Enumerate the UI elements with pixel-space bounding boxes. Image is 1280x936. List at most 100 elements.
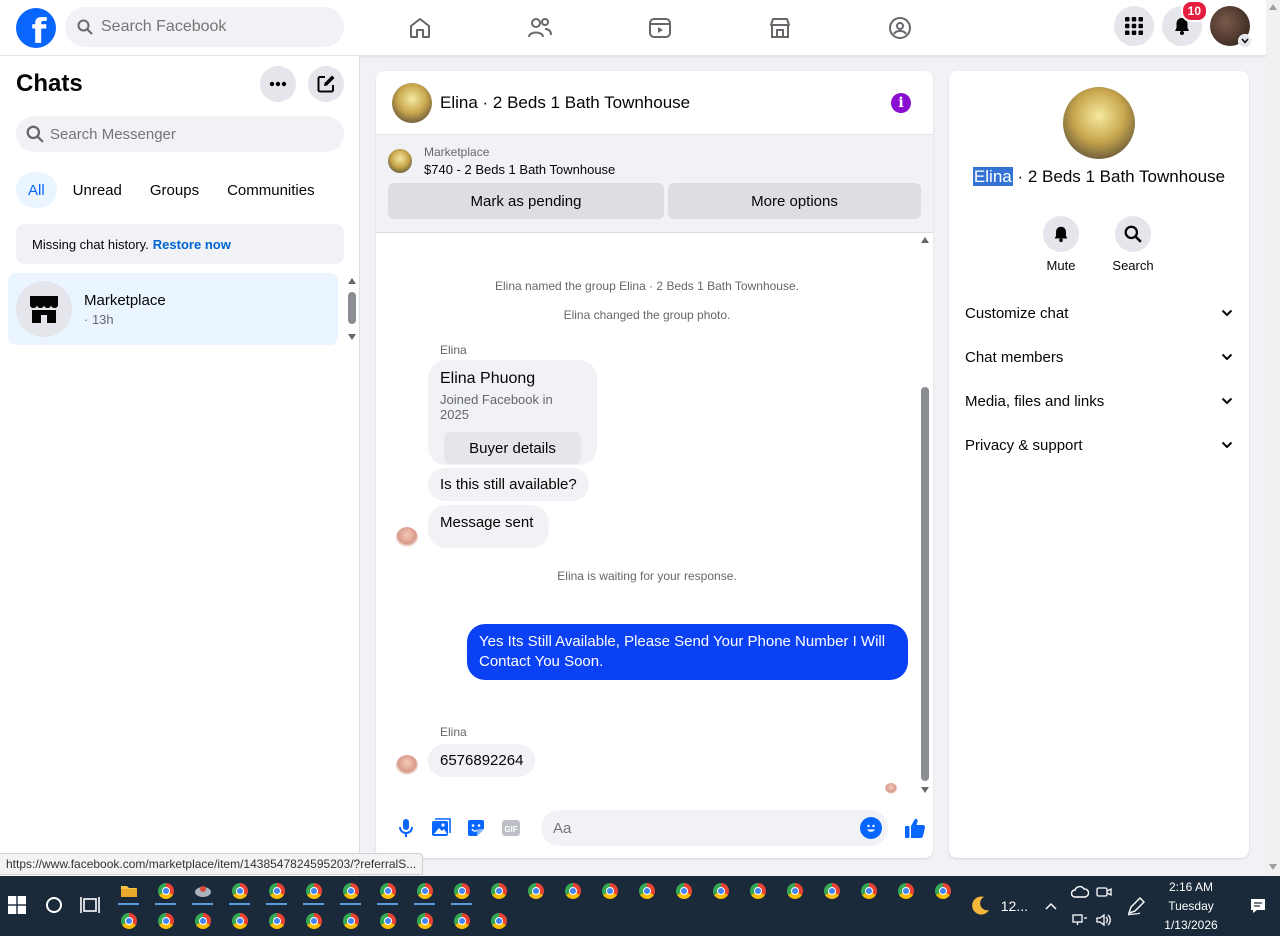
scroll-down-arrow[interactable]	[921, 787, 929, 793]
chrome-window[interactable]	[665, 876, 702, 906]
menu-button[interactable]	[1114, 6, 1154, 46]
task-view-button[interactable]	[80, 896, 100, 919]
message-input-box[interactable]	[540, 810, 888, 846]
like-button[interactable]	[898, 810, 933, 846]
volume-icon[interactable]	[1095, 913, 1113, 927]
network-icon[interactable]	[1072, 913, 1088, 927]
chrome-window[interactable]	[887, 876, 924, 906]
search-in-chat-button[interactable]: Search	[1112, 216, 1154, 273]
nav-video[interactable]	[600, 0, 720, 56]
attach-photo-button[interactable]	[423, 810, 458, 846]
notifications-button[interactable]: 10	[1162, 0, 1208, 46]
restore-now-link[interactable]: Restore now	[153, 237, 231, 252]
buyer-details-button[interactable]: Buyer details	[444, 432, 581, 464]
new-message-button[interactable]	[308, 66, 344, 102]
nav-groups[interactable]	[840, 0, 960, 56]
chrome-window[interactable]	[221, 906, 258, 936]
facebook-logo[interactable]: f	[16, 8, 56, 48]
privacy-support-section[interactable]: Privacy & support	[965, 423, 1233, 467]
chrome-window[interactable]	[739, 876, 776, 906]
clock[interactable]: 2:16 AM Tuesday 1/13/2026	[1146, 878, 1236, 935]
filter-unread[interactable]: Unread	[61, 172, 134, 208]
scroll-down-arrow[interactable]	[1269, 864, 1277, 870]
chrome-window[interactable]	[221, 876, 258, 906]
chat-members-section[interactable]: Chat members	[965, 335, 1233, 379]
emoji-icon[interactable]	[859, 817, 882, 839]
filter-all[interactable]: All	[16, 172, 57, 208]
sidebar-scrollbar[interactable]	[346, 278, 358, 340]
scroll-up-arrow[interactable]	[921, 237, 929, 243]
scroll-down-arrow[interactable]	[348, 334, 356, 340]
chat-list-item[interactable]: Marketplace · 13h	[8, 273, 338, 345]
filter-groups[interactable]: Groups	[138, 172, 211, 208]
facebook-search-input[interactable]	[101, 18, 321, 36]
chrome-window[interactable]	[702, 876, 739, 906]
facebook-search-box[interactable]	[65, 7, 344, 47]
chrome-window[interactable]	[110, 906, 147, 936]
sticker-button[interactable]	[458, 810, 493, 846]
chrome-window[interactable]	[813, 876, 850, 906]
chrome-window[interactable]	[924, 876, 961, 906]
chrome-window[interactable]	[591, 876, 628, 906]
chrome-window[interactable]	[184, 906, 221, 936]
media-files-links-section[interactable]: Media, files and links	[965, 379, 1233, 423]
weather-temperature[interactable]: 12...	[1001, 898, 1028, 914]
customize-chat-section[interactable]: Customize chat	[965, 291, 1233, 335]
listing-title[interactable]: $740 - 2 Beds 1 Bath Townhouse	[424, 162, 615, 177]
nav-home[interactable]	[360, 0, 480, 56]
chrome-window[interactable]	[295, 876, 332, 906]
more-options-button[interactable]: More options	[668, 183, 921, 219]
more-options-button[interactable]	[260, 66, 296, 102]
message-bubble[interactable]: Is this still available?	[428, 468, 589, 501]
nav-friends[interactable]	[480, 0, 600, 56]
outgoing-message[interactable]: Yes Its Still Available, Please Send You…	[467, 624, 908, 680]
start-button[interactable]	[8, 896, 26, 919]
account-avatar[interactable]	[1210, 6, 1252, 48]
chrome-window[interactable]	[258, 906, 295, 936]
chrome-window[interactable]	[776, 876, 813, 906]
chrome-window[interactable]	[369, 906, 406, 936]
chrome-window[interactable]	[369, 876, 406, 906]
scroll-thumb[interactable]	[921, 387, 929, 781]
mark-as-pending-button[interactable]: Mark as pending	[388, 183, 664, 219]
chrome-window[interactable]	[332, 876, 369, 906]
scroll-up-arrow[interactable]	[1269, 4, 1277, 10]
window-scrollbar[interactable]	[1266, 0, 1280, 876]
moon-weather-icon[interactable]	[969, 895, 991, 917]
chrome-window[interactable]	[295, 906, 332, 936]
chrome-window[interactable]	[406, 906, 443, 936]
onedrive-icon[interactable]	[1071, 885, 1089, 899]
scroll-thumb[interactable]	[348, 292, 356, 324]
notification-center-button[interactable]	[1236, 897, 1280, 915]
chevron-up-icon[interactable]	[1044, 901, 1058, 911]
nav-marketplace[interactable]	[720, 0, 840, 56]
chrome-window[interactable]	[406, 876, 443, 906]
chrome-window[interactable]	[258, 876, 295, 906]
chrome-window[interactable]	[147, 906, 184, 936]
messenger-search-box[interactable]	[16, 116, 344, 152]
chrome-window[interactable]	[628, 876, 665, 906]
message-bubble[interactable]: 6576892264	[428, 744, 536, 777]
group-photo-large[interactable]	[1063, 87, 1135, 159]
chrome-window[interactable]	[332, 906, 369, 936]
scroll-up-arrow[interactable]	[348, 278, 356, 284]
chrome-window[interactable]	[517, 876, 554, 906]
conversation-title[interactable]: Elina · 2 Beds 1 Bath Townhouse	[440, 93, 690, 113]
info-icon[interactable]: i	[891, 93, 911, 113]
pen-icon[interactable]	[1126, 896, 1146, 916]
mute-button[interactable]: Mute	[1043, 216, 1079, 273]
chrome-window[interactable]	[480, 906, 517, 936]
messenger-search-input[interactable]	[50, 125, 320, 143]
meet-now-icon[interactable]	[1096, 885, 1112, 899]
chrome-window[interactable]	[147, 876, 184, 906]
gif-button[interactable]: GIF	[494, 810, 529, 846]
chrome-window[interactable]	[443, 906, 480, 936]
thread-scrollbar[interactable]	[919, 237, 931, 793]
group-photo[interactable]	[392, 82, 432, 123]
chrome-window[interactable]	[443, 876, 480, 906]
chrome-window[interactable]	[480, 876, 517, 906]
message-bubble[interactable]: Message sent	[428, 505, 550, 548]
message-input[interactable]	[552, 819, 853, 837]
search-button[interactable]	[45, 896, 63, 919]
file-explorer-app[interactable]	[110, 876, 147, 906]
